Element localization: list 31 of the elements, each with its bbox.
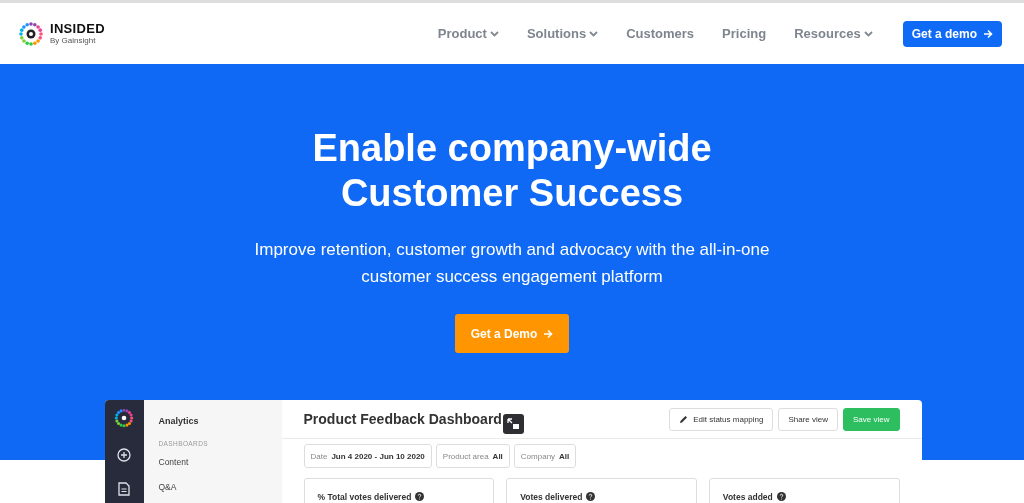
logo-wordmark: INSIDED — [50, 22, 105, 35]
get-demo-button[interactable]: Get a demo — [902, 20, 1002, 47]
document-icon[interactable] — [118, 482, 130, 496]
filter-chip[interactable]: Company All — [513, 444, 577, 468]
pencil-icon — [679, 414, 689, 424]
add-icon[interactable] — [117, 448, 131, 462]
nav-link[interactable]: Product — [437, 26, 499, 41]
nav-link[interactable]: Resources — [794, 26, 873, 41]
hero-subtitle: Improve retention, customer growth and advocacy with the all-in-one customer success engagement platform — [254, 239, 770, 288]
expand-icon[interactable] — [502, 414, 524, 434]
filter-chip[interactable]: Product area All — [435, 444, 510, 468]
logo-icon — [114, 408, 134, 428]
dashboard-title: Product Feedback Dashboard — [303, 411, 502, 427]
card-title: % Total votes delivered — [317, 492, 412, 502]
action-button[interactable]: Edit status mapping — [669, 407, 774, 431]
logo-byline: By Gainsight — [50, 37, 97, 45]
sidebar-heading: Analytics — [158, 416, 200, 426]
card-title: Votes delivered — [520, 492, 583, 502]
card-title: Votes added — [722, 492, 773, 502]
nav-link[interactable]: Solutions — [526, 26, 599, 41]
logo-icon — [18, 20, 44, 47]
arrow-icon — [983, 28, 993, 39]
action-button[interactable]: Share view — [778, 407, 839, 431]
nav-link[interactable]: Customers — [626, 26, 695, 41]
save-button[interactable]: Save view — [843, 407, 900, 431]
sidebar-item[interactable]: Q&A — [158, 482, 267, 492]
filter-chip[interactable]: Date Jun 4 2020 - Jun 10 2020 — [303, 444, 432, 468]
nav-link[interactable]: Pricing — [722, 26, 767, 41]
arrow-icon — [543, 328, 554, 339]
hero-title: Enable company-wide Customer Success — [312, 126, 712, 216]
sidebar-item[interactable]: Content — [158, 457, 267, 467]
